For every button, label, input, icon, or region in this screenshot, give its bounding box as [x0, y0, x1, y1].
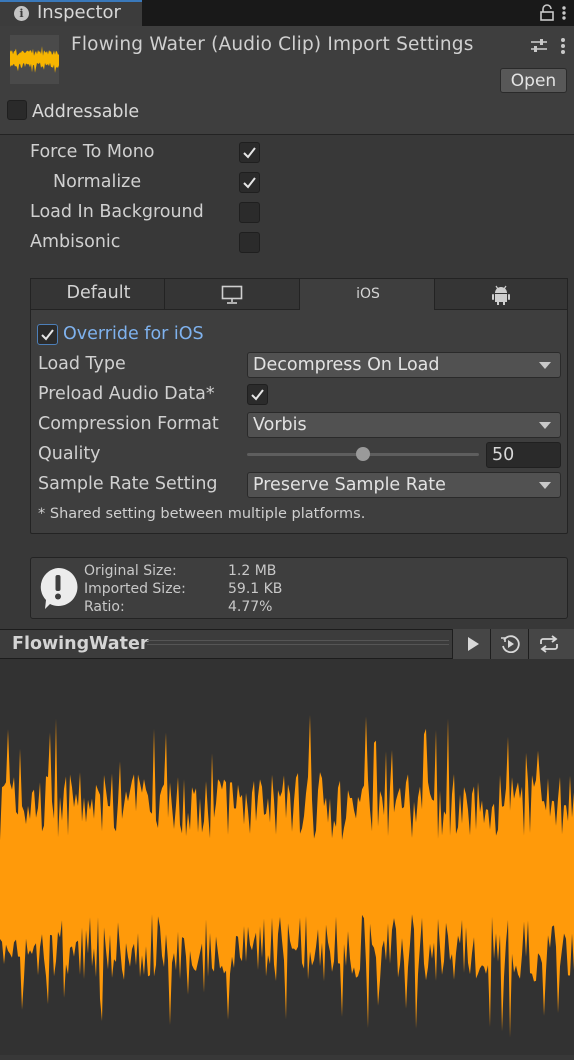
inspector-tab-title: Inspector	[37, 2, 121, 23]
checkmark-icon	[243, 147, 256, 159]
audio-waveform	[0, 715, 574, 1038]
ratio-value: 4.77%	[228, 599, 273, 615]
inspector-tab[interactable]: i Inspector	[0, 0, 142, 26]
quality-slider-thumb[interactable]	[356, 447, 370, 461]
override-label: Override for iOS	[63, 324, 204, 344]
compression-format-value: Vorbis	[253, 415, 307, 435]
play-icon	[468, 637, 479, 651]
import-settings-title: Flowing Water (Audio Clip) Import Settin…	[71, 34, 474, 55]
waveform-preview	[0, 659, 574, 1055]
tab-default-label: Default	[66, 283, 131, 303]
load-type-value: Decompress On Load	[253, 355, 440, 375]
tab-android[interactable]	[434, 278, 568, 310]
tab-standalone[interactable]	[164, 278, 300, 310]
preload-audio-data-label: Preload Audio Data*	[38, 384, 215, 404]
info-icon: i	[14, 6, 29, 21]
autoplay-button[interactable]	[490, 629, 528, 659]
original-size-label: Original Size:	[84, 563, 177, 579]
presets-icon[interactable]	[530, 37, 548, 55]
original-size-value: 1.2 MB	[228, 563, 277, 579]
warning-speech-icon	[40, 567, 78, 609]
imported-size-label: Imported Size:	[84, 581, 186, 597]
sample-rate-setting-label: Sample Rate Setting	[38, 474, 218, 494]
ratio-label: Ratio:	[84, 599, 125, 615]
inspector-header: Flowing Water (Audio Clip) Import Settin…	[0, 26, 574, 135]
tab-ios[interactable]: iOS	[299, 278, 435, 310]
lock-icon[interactable]	[538, 3, 556, 23]
preload-audio-data-checkbox[interactable]	[247, 384, 268, 405]
tab-default[interactable]: Default	[30, 278, 165, 310]
force-to-mono-label: Force To Mono	[30, 142, 155, 162]
preview-divider	[147, 640, 449, 645]
quality-field[interactable]: 50	[486, 442, 561, 468]
quality-label: Quality	[38, 444, 101, 464]
chevron-down-icon	[539, 422, 551, 429]
chevron-down-icon	[539, 362, 551, 369]
load-type-dropdown[interactable]: Decompress On Load	[247, 352, 561, 378]
autoplay-icon	[501, 635, 520, 653]
loop-icon	[540, 635, 558, 653]
kebab-menu-icon[interactable]	[561, 3, 567, 23]
ambisonic-label: Ambisonic	[30, 232, 121, 252]
sample-rate-setting-value: Preserve Sample Rate	[253, 475, 446, 495]
compression-format-label: Compression Format	[38, 414, 219, 434]
open-button[interactable]: Open	[500, 68, 567, 93]
force-to-mono-checkbox[interactable]	[239, 142, 260, 163]
load-type-label: Load Type	[38, 354, 126, 374]
normalize-label: Normalize	[53, 172, 142, 192]
android-icon	[492, 285, 510, 305]
ambisonic-checkbox[interactable]	[239, 232, 260, 253]
loop-button[interactable]	[528, 629, 574, 659]
checkmark-icon	[251, 389, 264, 401]
sample-rate-setting-dropdown[interactable]: Preserve Sample Rate	[247, 472, 561, 498]
chevron-down-icon	[539, 482, 551, 489]
normalize-checkbox[interactable]	[239, 172, 260, 193]
addressable-label: Addressable	[32, 102, 140, 122]
checkmark-icon	[243, 177, 256, 189]
monitor-icon	[221, 285, 243, 304]
imported-size-value: 59.1 KB	[228, 581, 283, 597]
load-in-background-checkbox[interactable]	[239, 202, 260, 223]
checkmark-icon	[41, 329, 54, 341]
override-checkbox[interactable]	[37, 324, 58, 345]
addressable-checkbox[interactable]	[7, 100, 27, 120]
tab-ios-label: iOS	[356, 286, 380, 302]
load-in-background-label: Load In Background	[30, 202, 204, 222]
kebab-menu-icon[interactable]	[559, 36, 567, 56]
play-button[interactable]	[452, 629, 490, 659]
shared-setting-footnote: * Shared setting between multiple platfo…	[38, 506, 366, 522]
preview-title: FlowingWater	[12, 634, 149, 654]
compression-format-dropdown[interactable]: Vorbis	[247, 412, 561, 438]
audio-waveform-thumbnail	[10, 35, 59, 84]
